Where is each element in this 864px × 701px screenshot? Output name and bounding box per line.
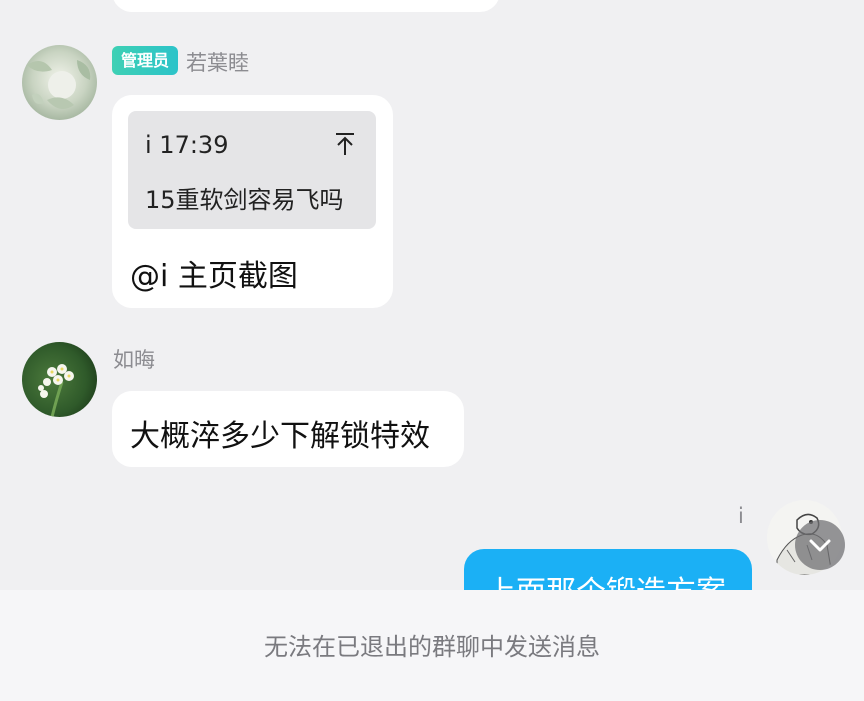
sender-name: 如晦 — [113, 348, 155, 372]
previous-message-bubble[interactable] — [112, 0, 500, 12]
input-disabled-footer: 无法在已退出的群聊中发送消息 — [0, 590, 864, 701]
self-message-bubble[interactable]: 上面那个锻造方案 — [464, 549, 752, 590]
quoted-reply[interactable]: i 17:39 15重软剑容易飞吗 — [128, 111, 376, 229]
chat-message-list[interactable]: 管理员 若葉睦 i 17:39 15重软剑容易飞吗 @i 主页截图 如晦 大概淬… — [0, 0, 864, 590]
avatar-wakaba[interactable] — [22, 45, 97, 120]
admin-badge: 管理员 — [112, 46, 178, 75]
disabled-notice: 无法在已退出的群聊中发送消息 — [264, 633, 600, 661]
sender-name: i — [738, 504, 744, 528]
avatar-ruhui[interactable] — [22, 342, 97, 417]
avatar-image — [22, 342, 97, 417]
quote-text: 15重软剑容易飞吗 — [145, 186, 344, 214]
avatar-image — [22, 45, 97, 120]
scroll-to-bottom-button[interactable] — [795, 520, 845, 570]
arrow-up-to-top-icon[interactable] — [334, 132, 356, 156]
sender-name: 若葉睦 — [186, 51, 249, 75]
quote-header: i 17:39 — [145, 131, 229, 159]
chevron-down-icon — [809, 539, 831, 552]
message-text: 上面那个锻造方案 — [486, 567, 726, 590]
message-text: 大概淬多少下解锁特效 — [130, 419, 430, 454]
message-text: @i 主页截图 — [130, 259, 298, 294]
